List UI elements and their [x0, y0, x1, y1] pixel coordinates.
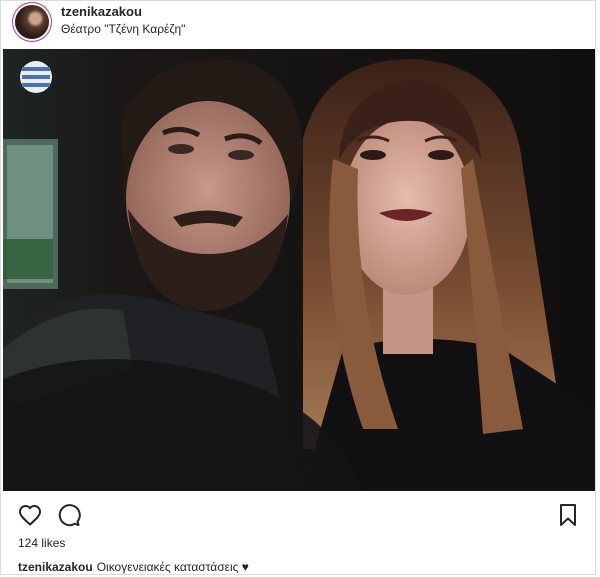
likes-count[interactable]: 124 likes: [18, 536, 65, 550]
post-header: tzenikazakou Θέατρο "Τζένη Καρέζη": [1, 1, 597, 46]
post-caption: tzenikazakou Οικογενειακές καταστάσεις ♥: [18, 560, 249, 574]
caption-text: Οικογενειακές καταστάσεις ♥: [96, 560, 249, 574]
post-actions: [1, 501, 597, 531]
comment-icon[interactable]: [55, 501, 83, 529]
heart-icon[interactable]: [16, 501, 44, 529]
instagram-post: tzenikazakou Θέατρο "Τζένη Καρέζη" 124 l…: [0, 0, 596, 575]
post-photo[interactable]: [3, 49, 595, 491]
avatar[interactable]: [15, 5, 49, 39]
post-username[interactable]: tzenikazakou: [61, 4, 142, 19]
caption-username[interactable]: tzenikazakou: [18, 560, 93, 574]
bookmark-icon[interactable]: [554, 501, 582, 529]
photo-image: [3, 49, 595, 491]
post-location[interactable]: Θέατρο "Τζένη Καρέζη": [61, 22, 185, 36]
